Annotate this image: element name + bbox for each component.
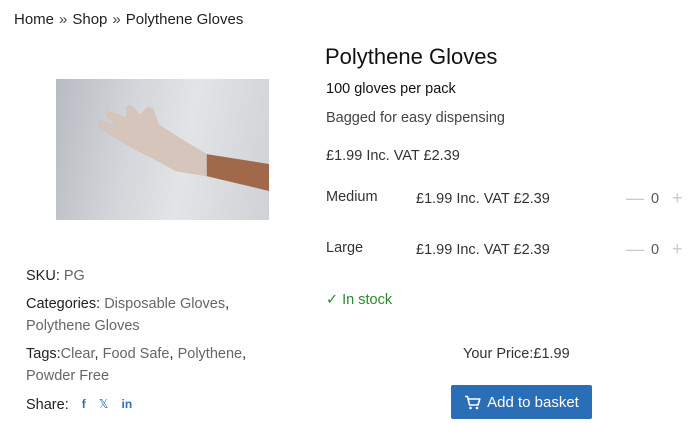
- breadcrumb-separator: »: [112, 11, 121, 28]
- increase-quantity-button[interactable]: +: [672, 188, 683, 209]
- category-link[interactable]: Disposable Gloves: [104, 296, 225, 312]
- product-subtitle: 100 gloves per pack: [326, 81, 456, 97]
- tag-link[interactable]: Food Safe: [103, 346, 170, 362]
- tags-label: Tags:: [26, 346, 61, 362]
- breadcrumb-current: Polythene Gloves: [125, 11, 244, 28]
- breadcrumb-separator: »: [59, 11, 68, 28]
- tag-link[interactable]: Powder Free: [26, 368, 109, 384]
- share-label: Share:: [26, 397, 69, 413]
- x-twitter-icon[interactable]: 𝕏: [99, 397, 109, 411]
- tag-link[interactable]: Clear: [61, 346, 95, 362]
- check-icon: ✓: [326, 292, 339, 308]
- variant-row-large: Large £1.99 Inc. VAT £2.39 — 0 +: [326, 239, 691, 264]
- cart-icon: [465, 395, 481, 409]
- add-to-basket-button[interactable]: Add to basket: [451, 385, 592, 419]
- quantity-value[interactable]: 0: [650, 242, 660, 258]
- variant-row-medium: Medium £1.99 Inc. VAT £2.39 — 0 +: [326, 188, 691, 213]
- quantity-stepper: — 0 +: [624, 188, 690, 211]
- linkedin-icon[interactable]: in: [122, 397, 133, 411]
- decrease-quantity-button[interactable]: —: [626, 239, 644, 260]
- variant-name: Large: [326, 240, 364, 256]
- breadcrumb-shop[interactable]: Shop: [72, 11, 107, 28]
- variant-name: Medium: [326, 189, 378, 205]
- gloved-hand-illustration: [98, 105, 269, 191]
- breadcrumb-home[interactable]: Home: [14, 11, 54, 28]
- facebook-icon[interactable]: f: [82, 397, 86, 411]
- product-image[interactable]: [56, 79, 269, 220]
- your-price: Your Price:£1.99: [463, 346, 570, 362]
- stock-label: In stock: [342, 292, 393, 308]
- breadcrumb: Home» Shop» Polythene Gloves: [14, 11, 243, 28]
- add-to-basket-label: Add to basket: [487, 393, 579, 411]
- tag-link[interactable]: Polythene: [178, 346, 243, 362]
- sku-value: PG: [63, 268, 85, 284]
- variant-price: £1.99 Inc. VAT £2.39: [416, 242, 550, 258]
- decrease-quantity-button[interactable]: —: [626, 188, 644, 209]
- tags-line: Tags:Clear, Food Safe, Polythene, Powder…: [26, 346, 247, 384]
- increase-quantity-button[interactable]: +: [672, 239, 683, 260]
- stock-status: ✓ In stock: [326, 292, 392, 308]
- quantity-value[interactable]: 0: [650, 191, 660, 207]
- product-title: Polythene Gloves: [325, 44, 498, 69]
- share-bar: Share: f 𝕏 in: [26, 397, 132, 413]
- product-description: Bagged for easy dispensing: [326, 110, 505, 126]
- categories-label: Categories:: [26, 296, 101, 312]
- sku-label: SKU:: [26, 268, 60, 284]
- category-link[interactable]: Polythene Gloves: [26, 318, 140, 334]
- quantity-stepper: — 0 +: [624, 239, 690, 262]
- categories-line: Categories: Disposable Gloves, Polythene…: [26, 296, 230, 334]
- product-price: £1.99 Inc. VAT £2.39: [326, 148, 460, 164]
- sku-line: SKU: PG: [26, 265, 286, 287]
- variant-price: £1.99 Inc. VAT £2.39: [416, 191, 550, 207]
